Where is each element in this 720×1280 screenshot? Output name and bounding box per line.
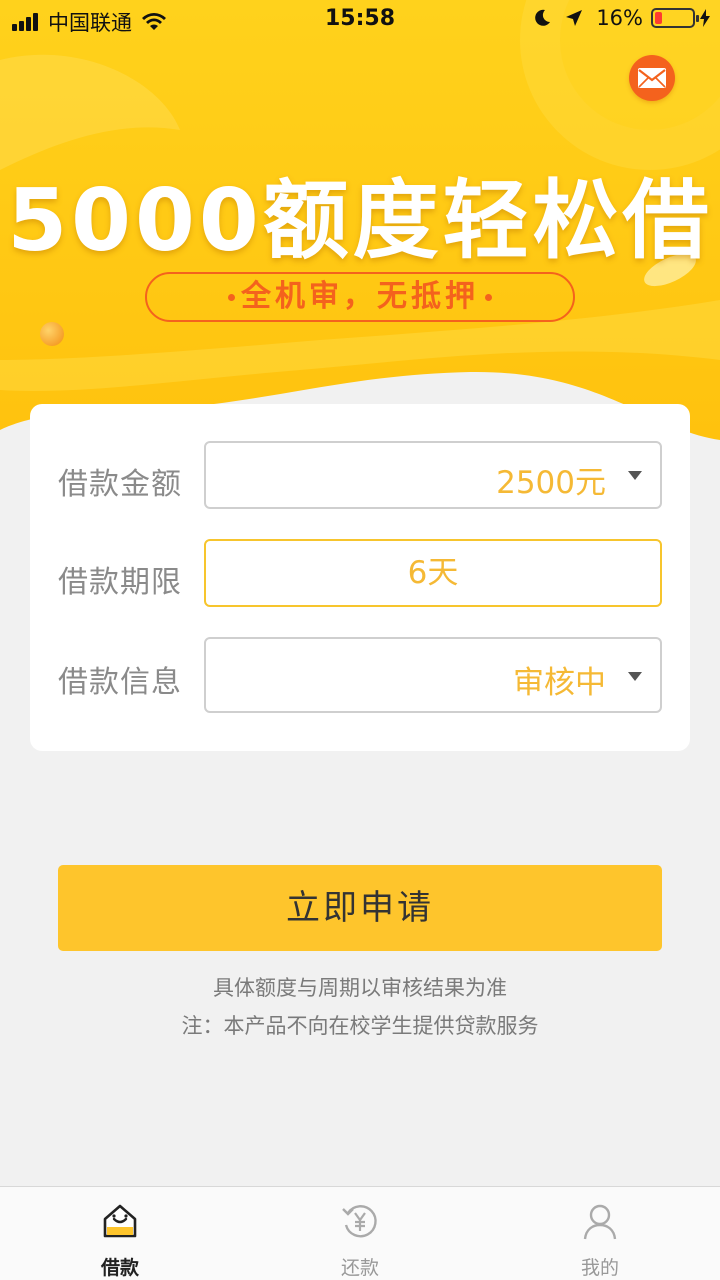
note-line-2: 注：本产品不向在校学生提供贷款服务 — [181, 1014, 539, 1038]
info-label: 借款信息 — [58, 665, 182, 700]
tab-borrow-label: 借款 — [100, 1257, 139, 1279]
repay-yen-icon — [342, 1205, 377, 1238]
bottom-tab-bar: 借款 还款 我的 — [0, 1186, 720, 1280]
term-row: 借款期限 6天 — [30, 539, 690, 609]
info-row: 借款信息 审核中 — [30, 637, 690, 713]
apply-button[interactable]: 立即申请 — [58, 865, 662, 951]
tab-repay[interactable]: 还款 — [240, 1187, 480, 1280]
tab-borrow[interactable]: 借款 — [0, 1187, 240, 1280]
coin-decoration — [40, 322, 64, 346]
amount-value: 2500元 — [496, 465, 606, 501]
hero-banner: 中国联通 15:58 16% 5000额度轻松借 全机审，无抵押 — [0, 0, 720, 450]
moon-icon — [535, 9, 551, 26]
term-label: 借款期限 — [58, 565, 182, 600]
tab-repay-label: 还款 — [340, 1257, 379, 1279]
caret-down-icon — [628, 672, 642, 681]
loan-form-card: 借款金额 2500元 借款期限 6天 借款信息 审核中 — [30, 404, 690, 751]
note-line-1: 具体额度与周期以审核结果为准 — [213, 976, 507, 1000]
bullet-dot — [485, 294, 492, 301]
battery-percent: 16% — [596, 6, 643, 30]
bullet-dot — [228, 294, 235, 301]
banner-headline: 5000额度轻松借 — [7, 171, 713, 271]
user-icon — [583, 1204, 617, 1240]
info-value: 审核中 — [513, 665, 606, 701]
caret-down-icon — [628, 471, 642, 480]
amount-row: 借款金额 2500元 — [30, 441, 690, 511]
charging-bolt-icon — [700, 9, 710, 27]
tab-mine[interactable]: 我的 — [480, 1187, 720, 1280]
mail-icon[interactable] — [629, 55, 675, 101]
battery-icon — [651, 8, 699, 28]
info-select[interactable]: 审核中 — [204, 637, 662, 713]
banner-subtitle: 全机审，无抵押 — [241, 279, 479, 314]
location-arrow-icon — [566, 10, 583, 26]
tab-mine-label: 我的 — [580, 1257, 619, 1279]
banner-subtitle-pill: 全机审，无抵押 — [145, 272, 575, 322]
home-smile-icon — [103, 1204, 137, 1238]
status-bar: 中国联通 15:58 16% — [0, 0, 720, 40]
amount-select[interactable]: 2500元 — [204, 441, 662, 509]
term-field[interactable]: 6天 — [204, 539, 662, 607]
term-value: 6天 — [407, 555, 459, 591]
amount-label: 借款金额 — [58, 467, 182, 502]
